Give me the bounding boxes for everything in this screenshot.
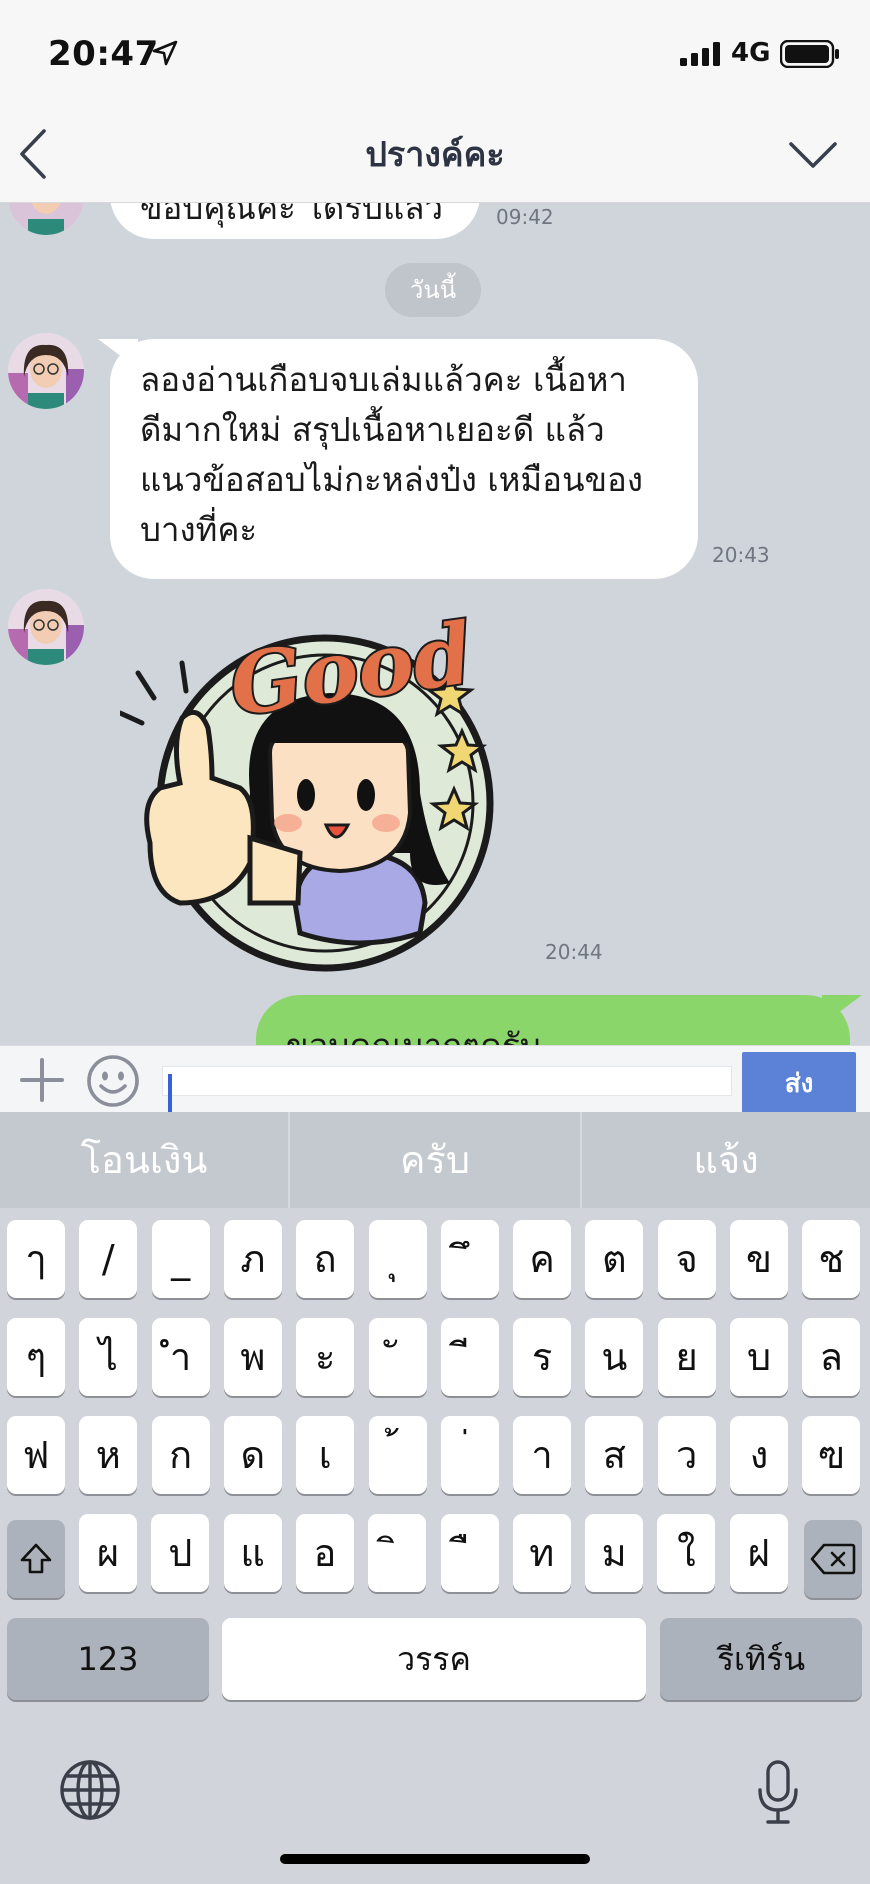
battery-icon [780,40,839,68]
keyboard-key[interactable]: ุ [368,1220,427,1298]
chat-bubble-incoming[interactable]: ลองอ่านเกือบจบเล่มแล้วคะ เนื้อหา ดีมากให… [110,339,698,579]
keyboard-key[interactable]: ต [585,1220,644,1298]
message-line: บางที่คะ [140,510,258,549]
message-line: ดีมากใหม่ สรุปเนื้อหาเยอะดี แล้ว [140,410,605,449]
date-separator: วันนี้ [385,263,481,317]
chat-title: ปรางค์คะ [365,135,505,175]
message-text: ลองอ่านเกือบจบเล่มแล้วคะ เนื้อหา ดีมากให… [110,339,698,573]
keyboard-key[interactable]: ฃ [802,1416,861,1494]
suggestion-item[interactable]: แจ้ง [582,1112,870,1208]
return-key[interactable]: รีเทิร์น [660,1618,862,1700]
keyboard-key[interactable]: ภ [223,1220,282,1298]
backspace-icon [810,1543,856,1575]
suggestion-item[interactable]: ครับ [290,1112,580,1208]
keyboard-key[interactable]: ก [151,1416,210,1494]
status-time: 20:47 [48,34,159,74]
avatar[interactable] [8,333,84,409]
emoji-icon[interactable] [86,1054,140,1108]
keyboard-key[interactable]: _ [151,1220,210,1298]
keyboard-key[interactable]: น [585,1318,644,1396]
keyboard-key[interactable]: ด [223,1416,282,1494]
message-line: ลองอ่านเกือบจบเล่มแล้วคะ เนื้อหา [140,360,627,399]
message-text: ขอบคุณคะ ได้รับแล้ว [140,203,444,227]
location-arrow-icon [152,40,178,66]
home-indicator[interactable] [280,1854,590,1864]
keyboard-key[interactable]: ป [151,1514,210,1592]
keyboard-key[interactable]: า [513,1416,572,1494]
shift-icon [20,1543,52,1574]
sticker-good[interactable]: Good [117,601,510,983]
keyboard-key[interactable]: ห [79,1416,138,1494]
chevron-down-icon[interactable] [788,139,838,169]
message-text: ขอบคุณมากๆครับ [256,995,850,1045]
text-caret [168,1074,172,1112]
keyboard-key[interactable]: ั [368,1318,427,1396]
chat-header: ปรางค์คะ [0,105,870,203]
microphone-icon[interactable] [756,1760,800,1824]
message-time: 20:43 [712,543,770,567]
chat-bubble-outgoing[interactable]: ขอบคุณมากๆครับ [256,995,850,1045]
keyboard-key[interactable]: ไ [79,1318,138,1396]
keyboard-key[interactable]: ๅ [7,1220,65,1298]
avatar[interactable] [8,203,84,235]
keyboard-key[interactable]: แ [223,1514,282,1592]
keyboard-key[interactable]: ฟ [7,1416,65,1494]
keyboard-key[interactable]: ล [802,1318,861,1396]
keyboard-key[interactable]: ื [440,1514,499,1592]
keyboard-key[interactable]: ม [585,1514,644,1592]
keyboard-key[interactable]: ึ [440,1220,499,1298]
keyboard-key[interactable]: จ [657,1220,716,1298]
keyboard-key[interactable]: อ [295,1514,354,1592]
keyboard-key[interactable]: ท [512,1514,571,1592]
keyboard-key[interactable]: พ [223,1318,282,1396]
keyboard-key[interactable]: ย [657,1318,716,1396]
network-type: 4G [731,38,771,68]
message-input-bar: ส่ง [0,1045,870,1116]
keyboard-key[interactable]: ช [802,1220,861,1298]
shift-key[interactable] [7,1520,65,1598]
keyboard-key[interactable]: ้ [368,1416,427,1494]
globe-icon[interactable] [58,1758,122,1822]
keyboard-key[interactable]: ค [513,1220,572,1298]
suggestion-bar: โอนเงิน ครับ แจ้ง [0,1112,870,1208]
chat-bubble-incoming[interactable]: ขอบคุณคะ ได้รับแล้ว [110,203,480,239]
message-line: แนวข้อสอบไม่กะหล่งป๋ง เหมือนของ [140,460,643,499]
keyboard-key[interactable]: ถ [296,1220,355,1298]
keyboard-key[interactable]: ใ [657,1514,716,1592]
keyboard-key[interactable]: ิ [368,1514,427,1592]
delete-key[interactable] [804,1520,862,1598]
keyboard-key[interactable]: ง [730,1416,788,1494]
keyboard-key[interactable]: ี [440,1318,499,1396]
suggestion-item[interactable]: โอนเงิน [0,1112,288,1208]
message-time: 09:42 [496,205,554,229]
keyboard-key[interactable]: / [79,1220,138,1298]
status-bar: 20:47 4G [0,0,870,105]
keyboard-key[interactable]: ผ [79,1514,137,1592]
plus-icon[interactable] [18,1056,66,1104]
signal-icon [680,42,720,66]
message-input[interactable] [162,1066,732,1096]
message-time: 20:44 [545,940,603,964]
keyboard-key[interactable]: ฝ [729,1514,788,1592]
space-key[interactable]: วรรค [222,1618,646,1700]
avatar[interactable] [8,589,84,665]
keyboard-key[interactable]: เ [296,1416,355,1494]
chat-area[interactable]: ขอบคุณคะ ได้รับแล้ว 09:42 วันนี้ ลองอ่าน… [0,203,870,1045]
keyboard-key[interactable]: ๆ [7,1318,65,1396]
keyboard-key[interactable]: ำ [151,1318,210,1396]
keyboard-key[interactable]: ะ [296,1318,355,1396]
keyboard-key[interactable]: ส [585,1416,644,1494]
keyboard-key[interactable]: ว [657,1416,716,1494]
keyboard-key[interactable]: บ [730,1318,788,1396]
numbers-key[interactable]: 123 [7,1618,209,1700]
keyboard: โอนเงิน ครับ แจ้ง ๅ/_ภถุึคตจขชๆไำพะัีรนย… [0,1112,870,1884]
keyboard-key[interactable]: ร [513,1318,572,1396]
keyboard-key[interactable]: ข [730,1220,788,1298]
keyboard-key[interactable]: ่ [440,1416,499,1494]
send-button[interactable]: ส่ง [742,1052,856,1116]
